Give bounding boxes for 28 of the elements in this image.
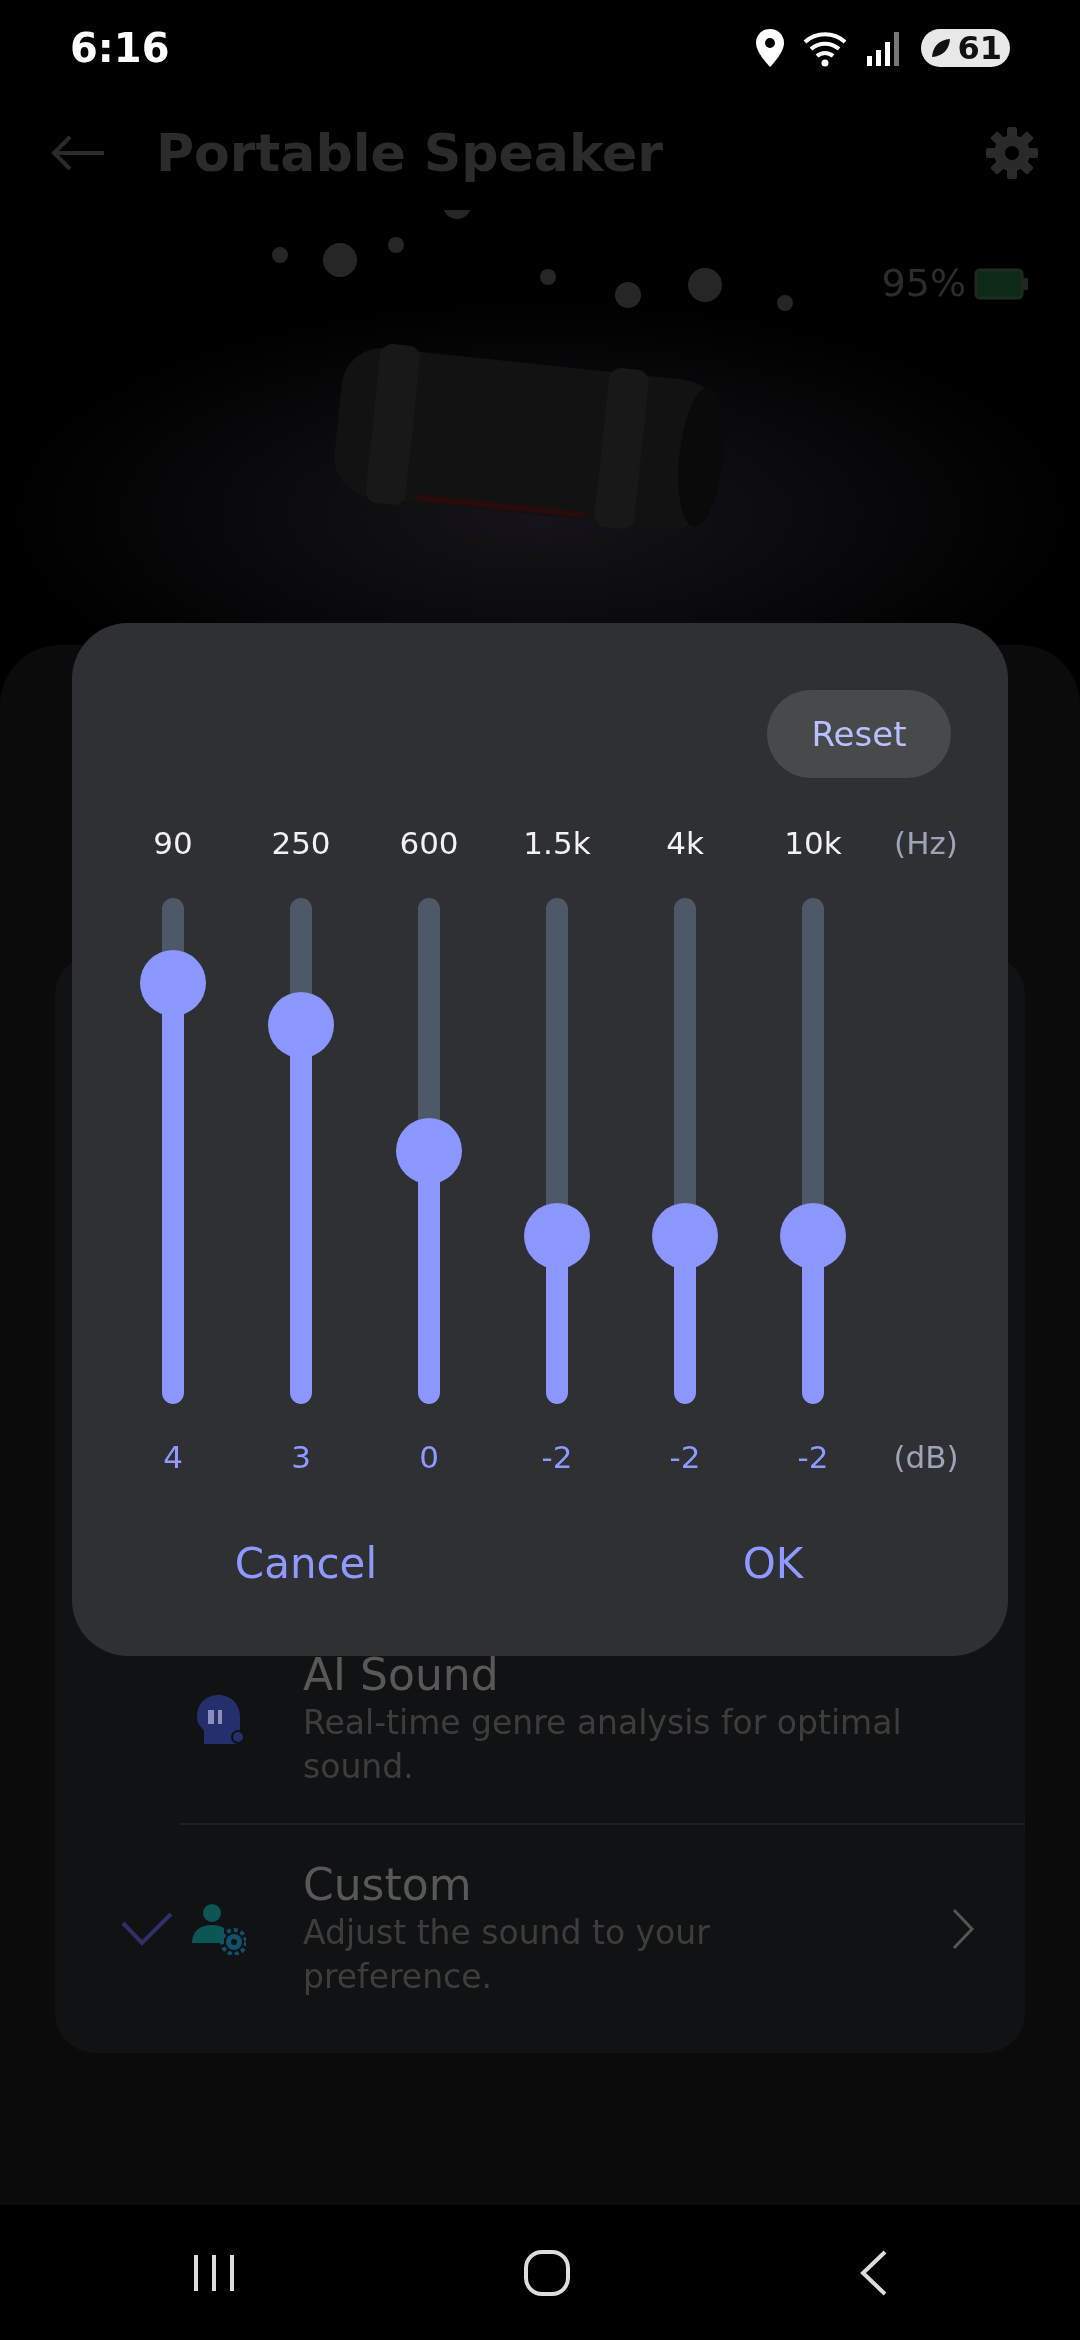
- mode-title: AI Sound: [303, 1649, 500, 1701]
- reset-button[interactable]: Reset: [767, 690, 951, 778]
- frequency-label: 600: [399, 824, 459, 863]
- battery-level: 61: [957, 28, 1002, 67]
- gain-label: 3: [291, 1438, 311, 1477]
- location-icon: [755, 27, 786, 68]
- frequency-label: 10k: [784, 824, 842, 863]
- frequency-label: 4k: [666, 824, 704, 863]
- gain-label: 0: [419, 1438, 439, 1477]
- gain-label: -2: [797, 1438, 829, 1477]
- cancel-button[interactable]: Cancel: [156, 1531, 456, 1595]
- gain-label: 4: [163, 1438, 183, 1477]
- frequency-label: 1.5k: [523, 824, 591, 863]
- gain-label: -2: [541, 1438, 573, 1477]
- gain-label: -2: [669, 1438, 701, 1477]
- frequency-label: 250: [271, 824, 331, 863]
- person-gear-icon: [190, 1903, 246, 1955]
- ok-button[interactable]: OK: [623, 1531, 923, 1595]
- back-icon[interactable]: [858, 2248, 889, 2297]
- frequency-label: 90: [153, 824, 193, 863]
- chevron-right-icon: [951, 1907, 975, 1951]
- unit-label: (Hz): [894, 824, 958, 863]
- home-icon[interactable]: [523, 2248, 571, 2297]
- clock-time: 6:16: [70, 23, 170, 73]
- recent-apps-icon[interactable]: [191, 2252, 236, 2293]
- battery-icon: [974, 267, 1030, 300]
- mode-title: Custom: [303, 1859, 473, 1911]
- unit-label: (dB): [893, 1438, 959, 1477]
